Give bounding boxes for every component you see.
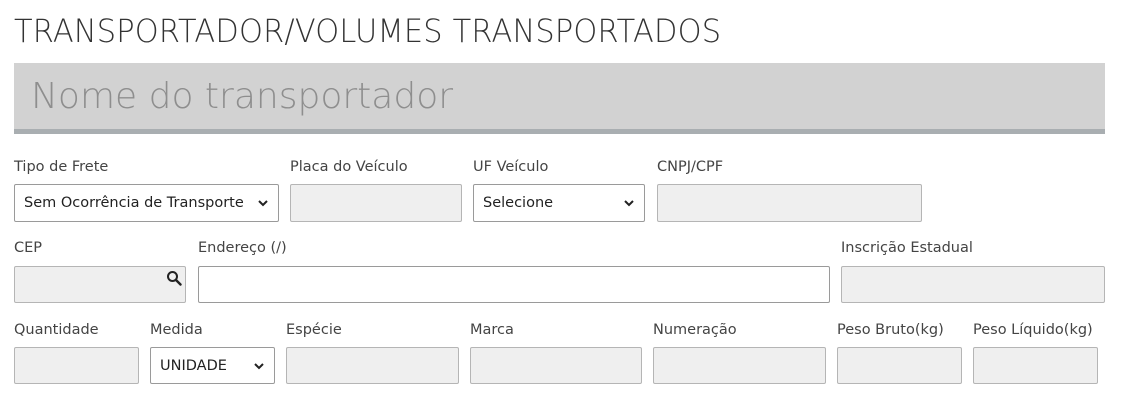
especie-input[interactable] — [286, 347, 459, 384]
marca-label: Marca — [470, 322, 514, 338]
ie-input[interactable] — [841, 266, 1105, 303]
endereco-label: Endereço (/) — [198, 240, 287, 256]
peso-liquido-label: Peso Líquido(kg) — [973, 322, 1093, 338]
quantidade-label: Quantidade — [14, 322, 99, 338]
carrier-name-container — [14, 63, 1105, 134]
uf-label: UF Veículo — [473, 159, 549, 175]
cep-field-wrap — [14, 266, 186, 303]
medida-value: UNIDADE — [160, 357, 227, 374]
chevron-down-icon — [624, 200, 634, 207]
quantidade-input[interactable] — [14, 347, 139, 384]
medida-label: Medida — [150, 322, 203, 338]
especie-label: Espécie — [286, 322, 342, 338]
numeracao-input[interactable] — [653, 347, 826, 384]
cnpj-label: CNPJ/CPF — [657, 159, 724, 175]
cep-input[interactable] — [14, 266, 186, 303]
peso-bruto-label: Peso Bruto(kg) — [837, 322, 944, 338]
peso-liquido-input[interactable] — [973, 347, 1098, 384]
uf-select[interactable]: Selecione — [473, 184, 645, 222]
search-icon[interactable] — [166, 270, 182, 286]
chevron-down-icon — [258, 200, 268, 207]
cep-label: CEP — [14, 240, 43, 256]
tipo-frete-select[interactable]: Sem Ocorrência de Transporte — [14, 184, 279, 222]
ie-label: Inscrição Estadual — [841, 240, 973, 256]
placa-label: Placa do Veículo — [290, 159, 408, 175]
endereco-input[interactable] — [198, 266, 830, 303]
marca-input[interactable] — [470, 347, 642, 384]
tipo-frete-value: Sem Ocorrência de Transporte — [24, 195, 244, 211]
peso-bruto-input[interactable] — [837, 347, 962, 384]
tipo-frete-label: Tipo de Frete — [14, 159, 109, 175]
numeracao-label: Numeração — [653, 322, 737, 338]
section-title: TRANSPORTADOR/VOLUMES TRANSPORTADOS — [14, 12, 722, 50]
uf-value: Selecione — [483, 195, 554, 211]
cnpj-input[interactable] — [657, 184, 922, 222]
medida-select[interactable]: UNIDADE — [150, 347, 275, 384]
placa-input[interactable] — [290, 184, 462, 222]
carrier-name-input[interactable] — [14, 63, 1105, 129]
chevron-down-icon — [254, 362, 264, 369]
